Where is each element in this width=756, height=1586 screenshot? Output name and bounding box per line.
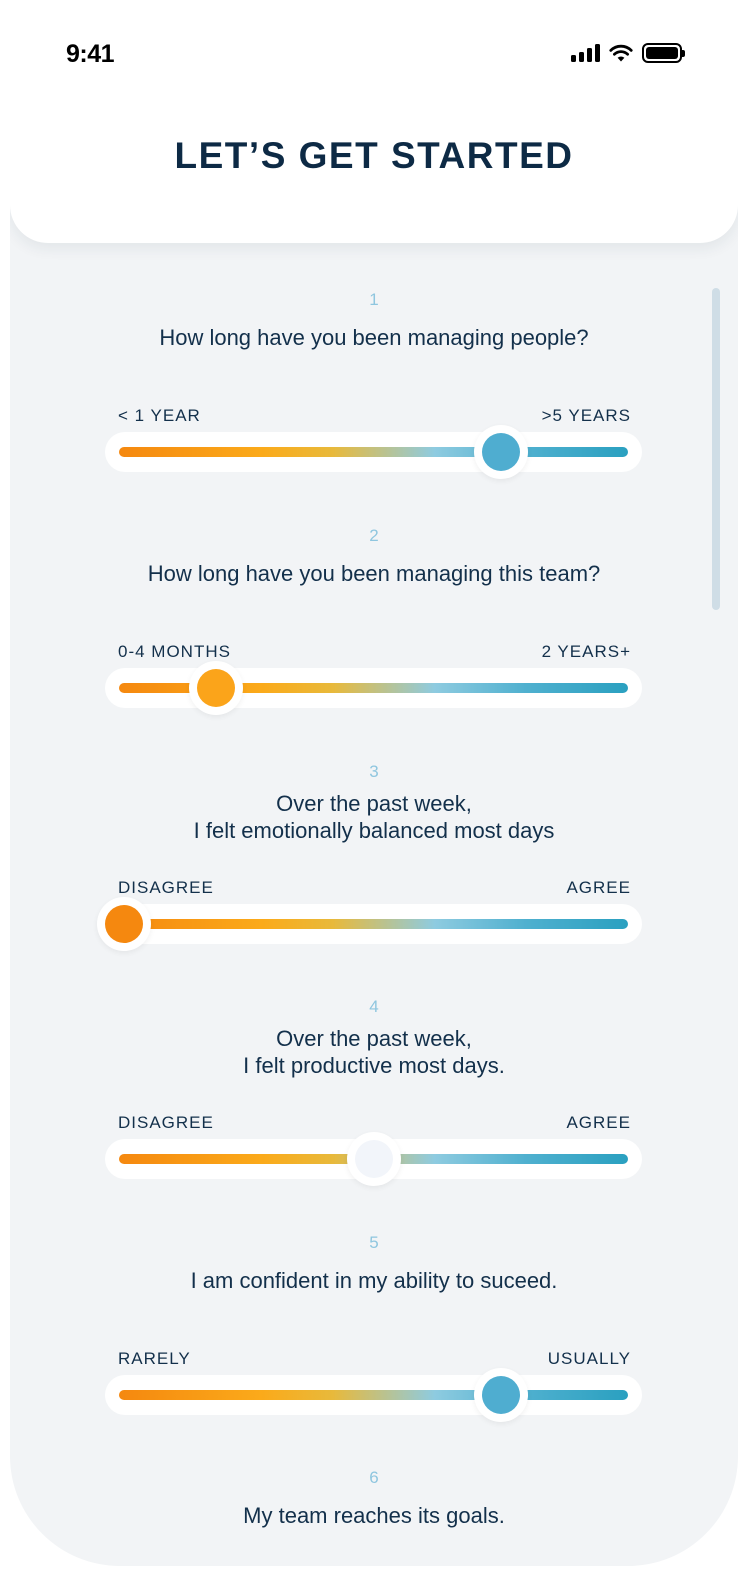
- slider-max-label: >5 YEARS: [541, 406, 631, 425]
- question-number: 6: [369, 1468, 379, 1487]
- phone-screen: 9:41 LET’S GET STARTED 1 How long have yo…: [10, 0, 738, 1566]
- header: 9:41 LET’S GET STARTED: [10, 0, 738, 243]
- question-text: How long have you been managing this tea…: [147, 561, 601, 586]
- slider-min-label: 0-4 MONTHS: [118, 642, 231, 661]
- wifi-icon: [609, 44, 633, 62]
- slider-thumb-dot: [354, 1140, 393, 1178]
- slider-gradient-bar: [119, 919, 628, 929]
- question-number: 1: [369, 290, 379, 309]
- slider-thumb-dot: [481, 433, 520, 471]
- slider-track[interactable]: [105, 425, 642, 479]
- slider-max-label: AGREE: [566, 878, 631, 897]
- question-text: Over the past week, I felt emotionally b…: [193, 791, 555, 843]
- question-text: I am confident in my ability to suceed.: [190, 1268, 558, 1293]
- slider-max-label: USUALLY: [547, 1349, 631, 1368]
- question-text: How long have you been managing people?: [159, 325, 589, 350]
- slider-thumb-dot: [196, 669, 235, 707]
- question-number: 5: [369, 1233, 379, 1252]
- question-number: 3: [369, 762, 379, 781]
- battery-icon: [642, 43, 685, 63]
- question-text: Over the past week, I felt productive mo…: [243, 1026, 505, 1078]
- question-number: 2: [369, 526, 379, 545]
- slider-min-label: RARELY: [118, 1349, 191, 1368]
- slider-min-label: DISAGREE: [118, 878, 214, 897]
- slider-track[interactable]: [105, 1132, 642, 1186]
- question-text: My team reaches its goals.: [243, 1503, 505, 1528]
- slider-thumb-dot: [481, 1376, 520, 1414]
- question-number: 4: [369, 997, 379, 1016]
- slider-thumb[interactable]: [188, 661, 243, 715]
- slider-min-label: < 1 YEAR: [118, 406, 201, 425]
- status-icons: [571, 42, 685, 64]
- slider-thumb[interactable]: [473, 425, 528, 479]
- slider-track[interactable]: [97, 897, 642, 951]
- slider-track[interactable]: [105, 1368, 642, 1422]
- slider-thumb[interactable]: [473, 1368, 528, 1422]
- slider-gradient-bar: [119, 1390, 628, 1400]
- slider-thumb[interactable]: [97, 897, 151, 951]
- slider-max-label: 2 YEARS+: [541, 642, 631, 661]
- slider-thumb[interactable]: [346, 1132, 401, 1186]
- cellular-signal-icon: [571, 44, 600, 62]
- status-time: 9:41: [66, 40, 115, 68]
- slider-min-label: DISAGREE: [118, 1113, 214, 1132]
- slider-gradient-bar: [119, 447, 628, 457]
- status-bar: 9:41: [10, 0, 738, 100]
- page-title: LET’S GET STARTED: [174, 135, 574, 176]
- slider-max-label: AGREE: [566, 1113, 631, 1132]
- slider-track[interactable]: [105, 661, 642, 715]
- slider-thumb-dot: [105, 905, 143, 943]
